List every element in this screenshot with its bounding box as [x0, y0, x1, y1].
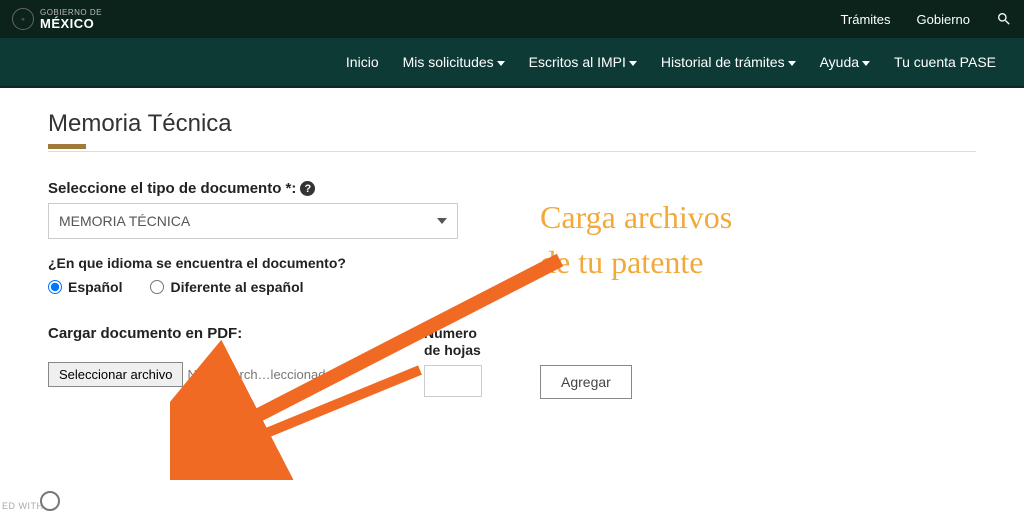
divider	[48, 151, 976, 152]
nav-inicio[interactable]: Inicio	[346, 54, 379, 70]
radio-espanol[interactable]: Español	[48, 279, 122, 295]
brand-title: MÉXICO	[40, 17, 102, 30]
seleccionar-archivo-button[interactable]: Seleccionar archivo	[48, 362, 183, 387]
tipo-documento-label: Seleccione el tipo de documento *: ?	[48, 180, 976, 197]
chevron-down-icon	[497, 61, 505, 66]
chevron-down-icon	[437, 218, 447, 224]
annotation-callout: Carga archivos de tu patente	[540, 195, 732, 285]
nav-escritos[interactable]: Escritos al IMPI	[529, 54, 637, 70]
cargar-label: Cargar documento en PDF:	[48, 325, 408, 342]
idioma-radios: Español Diferente al español	[48, 279, 976, 295]
radio-diferente-input[interactable]	[150, 280, 164, 294]
search-icon[interactable]	[996, 11, 1012, 27]
nav-historial[interactable]: Historial de trámites	[661, 54, 796, 70]
radio-diferente[interactable]: Diferente al español	[150, 279, 303, 295]
cc-icon	[40, 491, 60, 511]
agregar-button[interactable]: Agregar	[540, 365, 632, 399]
watermark: ED WITH	[2, 501, 44, 511]
select-value: MEMORIA TÉCNICA	[59, 213, 190, 229]
mexico-seal-icon: ⚬	[12, 8, 34, 30]
help-icon[interactable]: ?	[300, 181, 315, 196]
idioma-label: ¿En que idioma se encuentra el documento…	[48, 255, 976, 271]
brand: ⚬ GOBIERNO DE MÉXICO	[12, 8, 102, 30]
annotation-line2: de tu patente	[540, 240, 732, 285]
chevron-down-icon	[862, 61, 870, 66]
link-gobierno[interactable]: Gobierno	[917, 12, 970, 27]
nav-cuenta[interactable]: Tu cuenta PASE	[894, 54, 996, 70]
page-title: Memoria Técnica	[48, 110, 976, 138]
gov-header: ⚬ GOBIERNO DE MÉXICO Trámites Gobierno	[0, 0, 1024, 38]
radio-espanol-input[interactable]	[48, 280, 62, 294]
numero-hojas-label: Número de hojas	[424, 325, 494, 359]
top-links: Trámites Gobierno	[840, 11, 1012, 27]
chevron-down-icon	[788, 61, 796, 66]
numero-hojas-input[interactable]	[424, 365, 482, 397]
file-status-text: Ningún arch…leccionado	[183, 367, 353, 382]
annotation-line1: Carga archivos	[540, 195, 732, 240]
main-nav: Inicio Mis solicitudes Escritos al IMPI …	[0, 38, 1024, 88]
chevron-down-icon	[629, 61, 637, 66]
nav-solicitudes[interactable]: Mis solicitudes	[403, 54, 505, 70]
tipo-documento-select[interactable]: MEMORIA TÉCNICA	[48, 203, 458, 239]
link-tramites[interactable]: Trámites	[840, 12, 890, 27]
nav-ayuda[interactable]: Ayuda	[820, 54, 870, 70]
content: Memoria Técnica Seleccione el tipo de do…	[0, 88, 1024, 399]
title-underline	[48, 144, 86, 149]
file-input-row: Seleccionar archivo Ningún arch…lecciona…	[48, 362, 408, 387]
